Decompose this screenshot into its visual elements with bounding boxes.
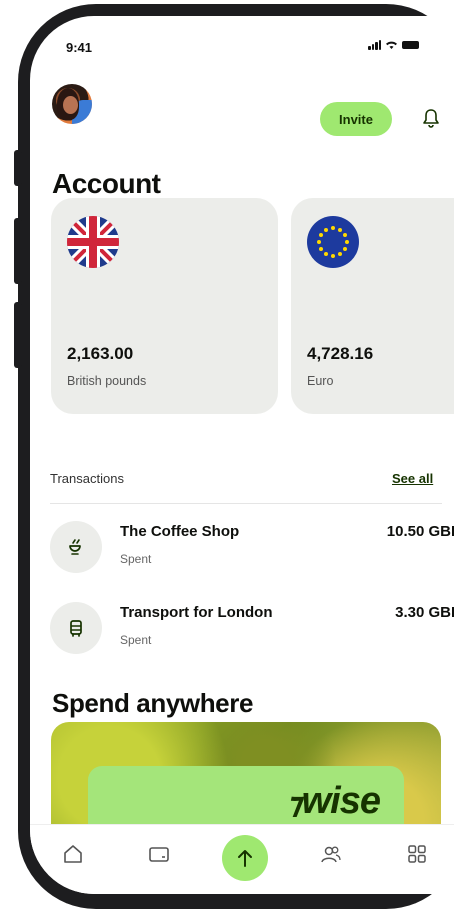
recipients-icon[interactable] <box>316 839 346 869</box>
wise-logo: ⁊wise <box>288 780 381 822</box>
divider <box>50 503 442 504</box>
balance-currency: British pounds <box>67 374 147 388</box>
app-screen: 9:41 Invite Account 2,163.00 British pou… <box>30 16 454 894</box>
balance-card-eur[interactable]: 4,728.16 Euro <box>291 198 454 414</box>
volume-up-button <box>14 218 22 284</box>
signal-icon <box>368 40 381 50</box>
transaction-name: Transport for London <box>120 604 273 621</box>
mute-switch <box>14 150 22 186</box>
eu-flag-icon <box>307 216 359 268</box>
hub-icon[interactable] <box>402 839 432 869</box>
page-title: Account <box>52 168 161 199</box>
card-icon[interactable] <box>144 839 174 869</box>
status-time: 9:41 <box>66 40 93 55</box>
volume-down-button <box>14 302 22 368</box>
transaction-status: Spent <box>120 552 152 566</box>
transaction-name: The Coffee Shop <box>120 523 240 540</box>
avatar[interactable] <box>52 84 92 124</box>
uk-flag-icon <box>67 216 119 268</box>
send-icon <box>238 850 252 867</box>
invite-button[interactable]: Invite <box>320 102 392 136</box>
status-icons <box>368 40 419 50</box>
send-button[interactable] <box>222 835 268 881</box>
bus-icon <box>50 602 102 654</box>
transaction-status: Spent <box>120 633 152 647</box>
transactions-heading: Transactions <box>50 471 124 486</box>
bottom-nav <box>30 824 454 894</box>
transaction-row[interactable]: The Coffee Shop Spent 10.50 GBP <box>50 518 454 578</box>
wifi-icon <box>386 41 397 49</box>
battery-icon <box>402 41 419 49</box>
balance-amount: 2,163.00 <box>67 344 134 363</box>
transaction-row[interactable]: Transport for London Spent 3.30 GBP <box>50 599 454 659</box>
balance-amount: 4,728.16 <box>307 344 374 363</box>
coffee-icon <box>50 521 102 573</box>
see-all-link[interactable]: See all <box>392 471 433 486</box>
balance-currency: Euro <box>307 374 334 388</box>
section-title: Spend anywhere <box>52 688 254 718</box>
bell-icon[interactable] <box>422 108 440 128</box>
balance-card-gbp[interactable]: 2,163.00 British pounds <box>51 198 278 414</box>
transaction-amount: 3.30 GBP <box>395 604 454 621</box>
transaction-amount: 10.50 GBP <box>386 523 454 540</box>
home-icon[interactable] <box>58 839 88 869</box>
